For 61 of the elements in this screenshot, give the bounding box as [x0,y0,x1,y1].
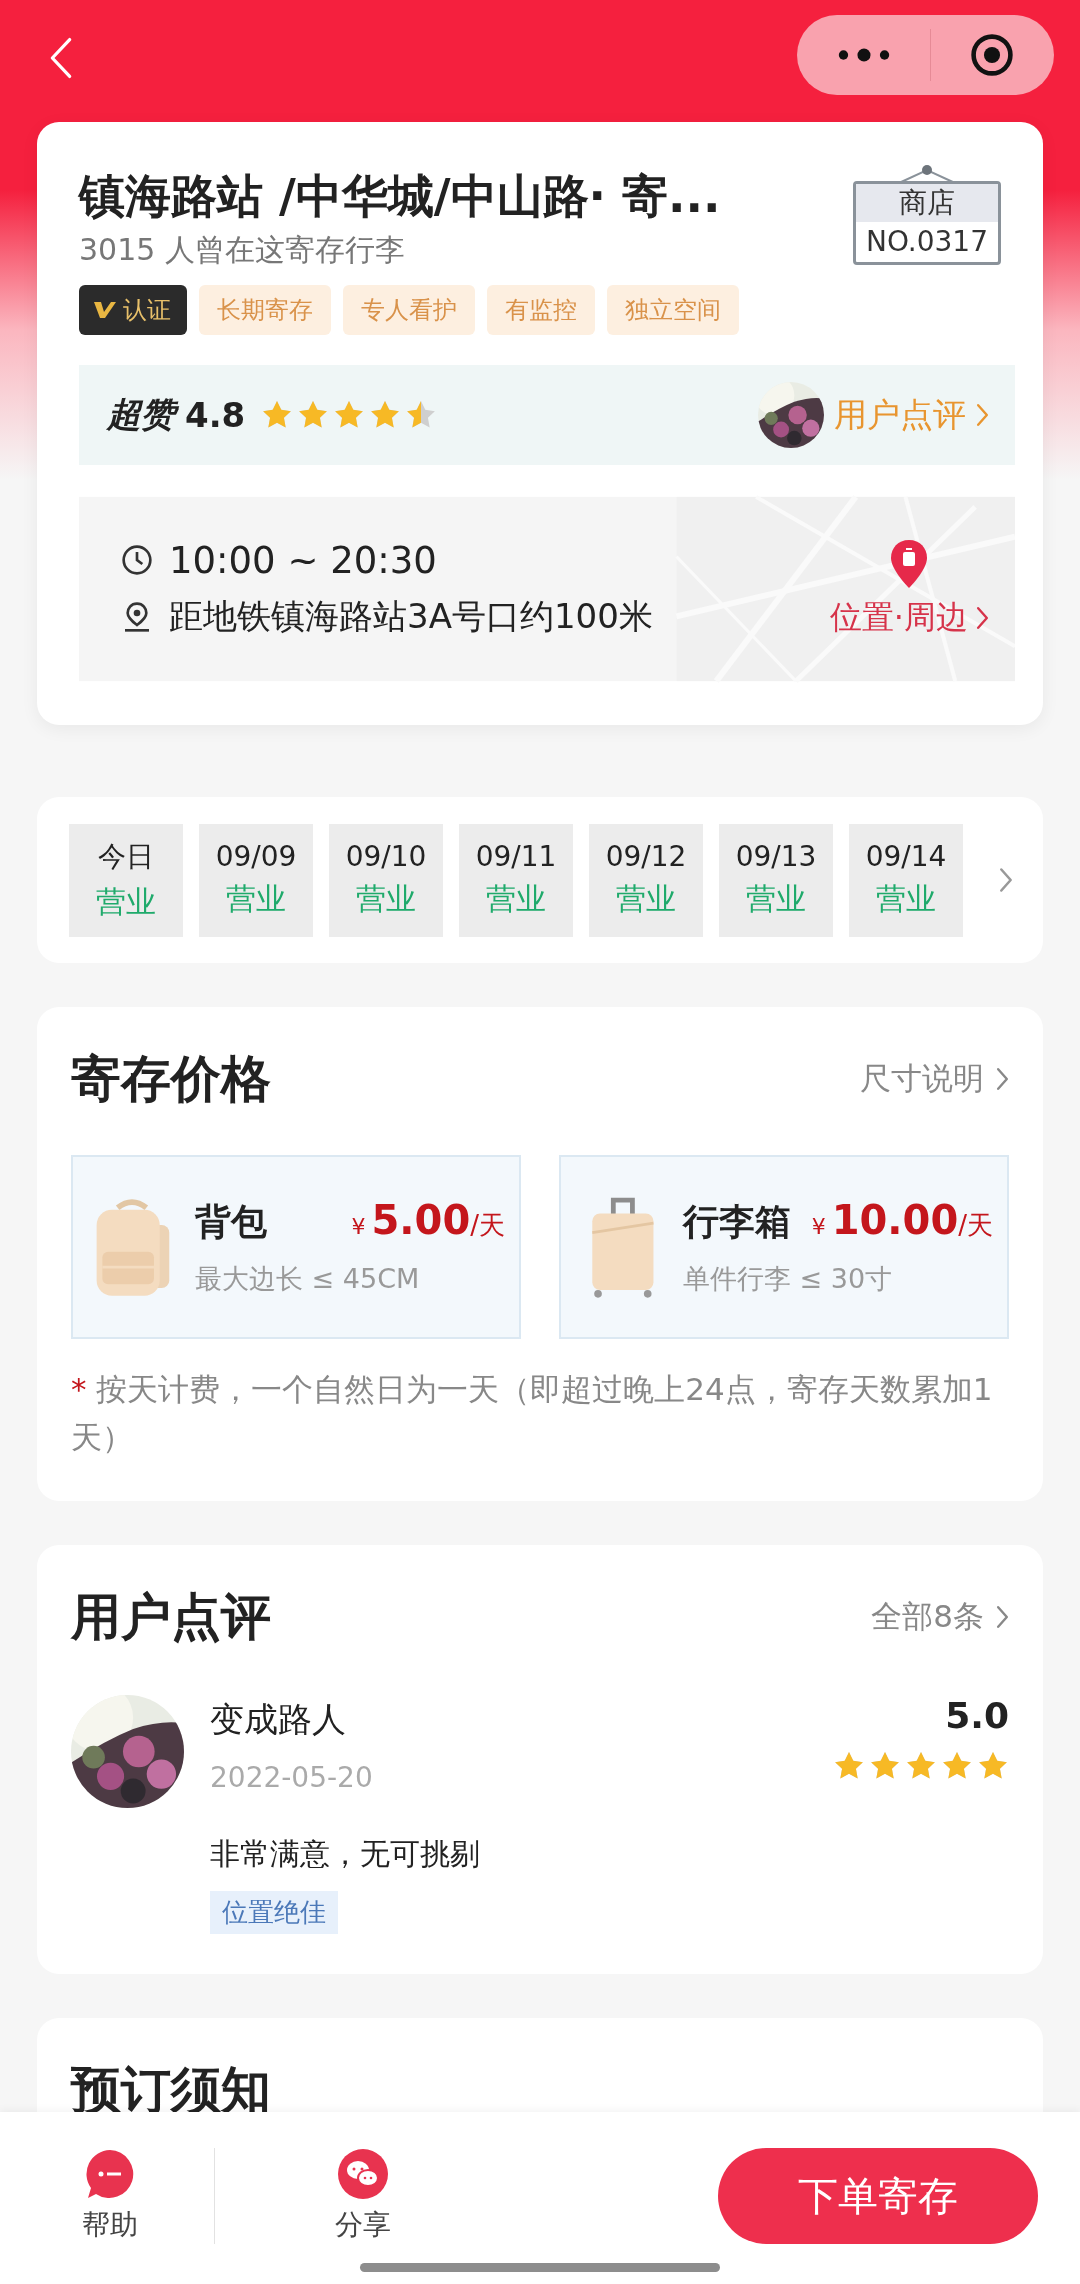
more-icon[interactable] [836,47,892,63]
sign-label: 商店 [856,184,998,222]
review-text: 非常满意，无可挑剔 [210,1835,481,1873]
item-name: 背包 [195,1200,267,1244]
wechat-icon [337,2148,389,2200]
opening-hours: 10:00 ~ 20:30 [169,538,437,582]
day-date: 09/09 [215,840,297,873]
feature-tag: 有监控 [487,285,595,335]
action-button[interactable]: 分享 [303,2148,423,2244]
day-status: 营业 [96,882,156,921]
chevron-icon [999,867,1013,893]
rating-score: 4.8 [185,395,246,435]
day-status: 营业 [746,880,806,918]
day-status: 营业 [226,880,286,918]
back-icon[interactable] [48,36,74,80]
day-date: 今日 [98,838,154,875]
clock-icon [121,544,153,576]
feature-tag: 长期寄存 [199,285,331,335]
day-date: 09/12 [605,840,687,873]
section-title: 预订须知 [71,2060,272,2121]
visitor-count: 3015 人曾在这寄存行李 [79,231,406,269]
order-button[interactable]: 下单寄存 [718,2148,1038,2244]
target-icon[interactable] [969,32,1015,78]
location-link[interactable]: 位置·周边 [829,596,989,640]
chevron-icon [976,403,989,427]
day-status: 营业 [616,880,676,918]
day-status: 营业 [356,880,416,918]
review-tag: 位置绝佳 [210,1891,338,1934]
day-date: 09/14 [865,840,947,873]
size-limit: 单件行李 ≤ 30寸 [683,1262,894,1296]
feature-tag: 独立空间 [607,285,739,335]
section-title: 用户点评 [71,1587,271,1648]
chevron-icon [996,1605,1009,1629]
review-date: 2022-05-20 [210,1761,373,1794]
size-limit: 最大边长 ≤ 45CM [195,1262,421,1296]
section-title: 寄存价格 [71,1049,271,1110]
reviews-link[interactable]: 用户点评 [834,392,989,438]
item-name: 行李箱 [683,1200,791,1244]
review-score: 5.0 [945,1695,1009,1736]
day-status: 营业 [486,880,546,918]
verified-badge: 认证 [79,285,187,335]
feature-tag: 专人看护 [343,285,475,335]
all-reviews-link[interactable]: 全部8条 [871,1596,1009,1638]
v-icon [93,300,117,320]
action-button[interactable]: 帮助 [50,2148,170,2244]
reviewer-name: 变成路人 [210,1698,347,1741]
price-text: ¥5.00/天 [351,1197,505,1243]
shop-number: NO.0317 [865,224,989,260]
day-date: 09/10 [345,840,427,873]
day-date: 09/13 [735,840,817,873]
store-title: 镇海路站 /中华城/中山路· 寄... [79,168,721,225]
distance-text: 距地铁镇海路站3A号口约100米 [169,594,653,638]
price-text: ¥10.00/天 [811,1197,993,1243]
day-status: 营业 [876,880,936,918]
chevron-icon [996,1067,1009,1091]
map-marker-icon [889,538,930,590]
pricing-note: * 按天计费，一个自然日为一天（即超过晚上24点，寄存天数累加1天） [71,1370,994,1457]
size-guide-link[interactable]: 尺寸说明 [860,1058,1009,1100]
chevron-icon [976,606,989,630]
day-date: 09/11 [475,840,557,873]
chat-bubble-icon [84,2148,136,2200]
